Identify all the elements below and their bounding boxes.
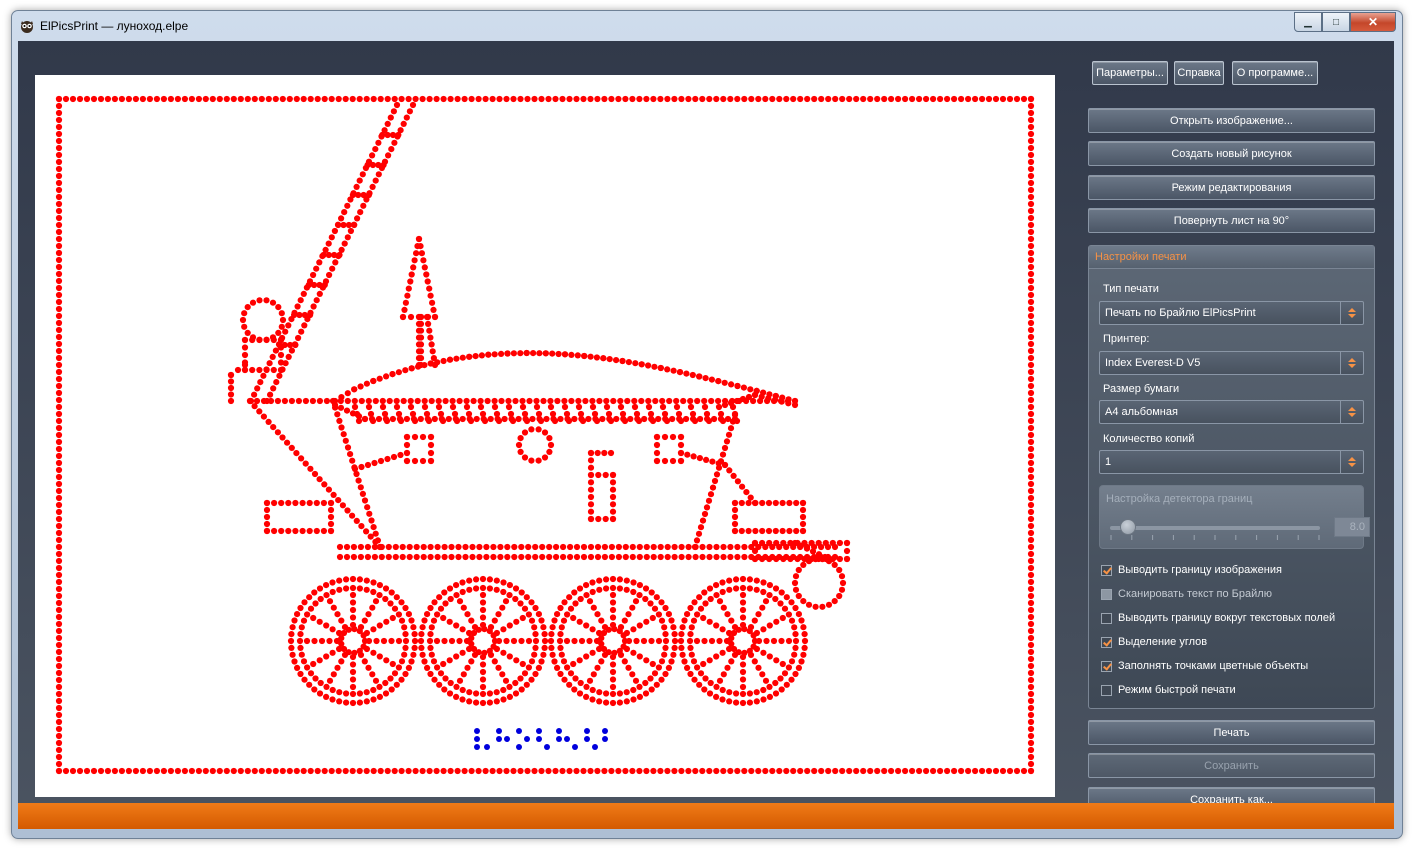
help-button[interactable]: Справка <box>1174 61 1224 85</box>
paper-label: Размер бумаги <box>1103 383 1180 395</box>
client-area: Параметры... Справка О программе... Откр… <box>18 41 1394 829</box>
checkbox-row[interactable]: Сканировать текст по Брайлю <box>1101 586 1272 602</box>
rotate-sheet-label: Повернуть лист на 90° <box>1173 214 1290 227</box>
spin-arrows-icon[interactable] <box>1340 302 1363 324</box>
slider-ticks <box>1110 535 1320 540</box>
help-label: Справка <box>1177 67 1221 79</box>
image-canvas[interactable] <box>35 75 1055 797</box>
open-image-button[interactable]: Открыть изображение... <box>1088 108 1375 133</box>
minimize-button[interactable]: ▁ <box>1294 12 1322 32</box>
checkbox-label: Сканировать текст по Брайлю <box>1118 588 1272 600</box>
status-bar <box>18 803 1394 829</box>
checkbox-label: Заполнять точками цветные объекты <box>1118 660 1309 672</box>
copies-spinner[interactable]: 1 <box>1099 450 1364 474</box>
checkbox-row[interactable]: Режим быстрой печати <box>1101 682 1236 698</box>
edit-mode-button[interactable]: Режим редактирования <box>1088 175 1375 200</box>
edge-slider-thumb[interactable] <box>1119 519 1136 535</box>
rotate-sheet-button[interactable]: Повернуть лист на 90° <box>1088 208 1375 233</box>
checkbox-label: Режим быстрой печати <box>1118 684 1236 696</box>
copies-label: Количество копий <box>1103 433 1195 445</box>
printer-select[interactable]: Index Everest-D V5 <box>1099 351 1364 375</box>
checkbox-label: Выводить границу вокруг текстовых полей <box>1118 612 1336 624</box>
params-label: Параметры... <box>1096 67 1164 79</box>
checkbox-row[interactable]: Выводить границу изображения <box>1101 562 1282 578</box>
copies-value: 1 <box>1105 456 1112 468</box>
spin-arrows-icon[interactable] <box>1340 451 1363 473</box>
checkbox-row[interactable]: Заполнять точками цветные объекты <box>1101 658 1308 674</box>
save-button[interactable]: Сохранить <box>1088 753 1375 778</box>
about-label: О программе... <box>1236 67 1314 79</box>
open-image-label: Открыть изображение... <box>1170 114 1293 127</box>
params-button[interactable]: Параметры... <box>1092 61 1168 85</box>
edge-value-field[interactable]: 8.0 <box>1334 517 1370 537</box>
maximize-button[interactable]: □ <box>1322 12 1350 32</box>
print-settings-panel: Настройки печати Тип печати Печать по Бр… <box>1088 245 1375 709</box>
edge-value: 8.0 <box>1349 521 1365 533</box>
checkbox[interactable] <box>1101 588 1112 600</box>
checkbox-row[interactable]: Выделение углов <box>1101 634 1207 650</box>
close-button[interactable]: ✕ <box>1350 12 1396 32</box>
edge-slider-track[interactable] <box>1110 526 1320 530</box>
checkbox[interactable] <box>1101 612 1112 624</box>
save-label: Сохранить <box>1204 759 1259 772</box>
spin-arrows-icon[interactable] <box>1340 401 1363 423</box>
maximize-icon: □ <box>1332 16 1340 28</box>
close-icon: ✕ <box>1367 15 1379 29</box>
print-settings-header: Настройки печати <box>1089 246 1374 269</box>
checkbox-row[interactable]: Выводить границу вокруг текстовых полей <box>1101 610 1335 626</box>
paper-select[interactable]: A4 альбомная <box>1099 400 1364 424</box>
app-window: ElPicsPrint — луноход.elpe ▁ □ ✕ Парамет… <box>11 10 1403 839</box>
checkbox[interactable] <box>1101 564 1112 576</box>
edge-detector-group: Настройка детектора границ 8.0 <box>1099 485 1370 549</box>
about-button[interactable]: О программе... <box>1232 61 1318 85</box>
lunokhod-dot-drawing <box>55 95 1035 775</box>
window-title: ElPicsPrint — луноход.elpe <box>40 19 189 33</box>
print-settings-title: Настройки печати <box>1095 251 1187 263</box>
print-type-select[interactable]: Печать по Брайлю ElPicsPrint <box>1099 301 1364 325</box>
checkbox-label: Выводить границу изображения <box>1118 564 1282 576</box>
printer-value: Index Everest-D V5 <box>1105 357 1201 369</box>
print-button[interactable]: Печать <box>1088 720 1375 745</box>
checkbox-label: Выделение углов <box>1118 636 1208 648</box>
checkbox[interactable] <box>1101 636 1112 648</box>
new-drawing-label: Создать новый рисунок <box>1171 147 1292 160</box>
edit-mode-label: Режим редактирования <box>1171 181 1292 194</box>
spin-arrows-icon[interactable] <box>1340 352 1363 374</box>
new-drawing-button[interactable]: Создать новый рисунок <box>1088 141 1375 166</box>
title-bar: ElPicsPrint — луноход.elpe ▁ □ ✕ <box>12 11 1402 41</box>
minimize-icon: ▁ <box>1304 16 1312 28</box>
edge-detector-title: Настройка детектора границ <box>1106 493 1253 505</box>
checkbox[interactable] <box>1101 684 1112 696</box>
checkbox[interactable] <box>1101 660 1112 672</box>
paper-value: A4 альбомная <box>1105 406 1178 418</box>
print-label: Печать <box>1213 726 1250 739</box>
owl-app-icon <box>21 21 33 33</box>
printer-label: Принтер: <box>1103 333 1150 345</box>
print-type-value: Печать по Брайлю ElPicsPrint <box>1105 307 1256 319</box>
print-type-label: Тип печати <box>1103 283 1159 295</box>
